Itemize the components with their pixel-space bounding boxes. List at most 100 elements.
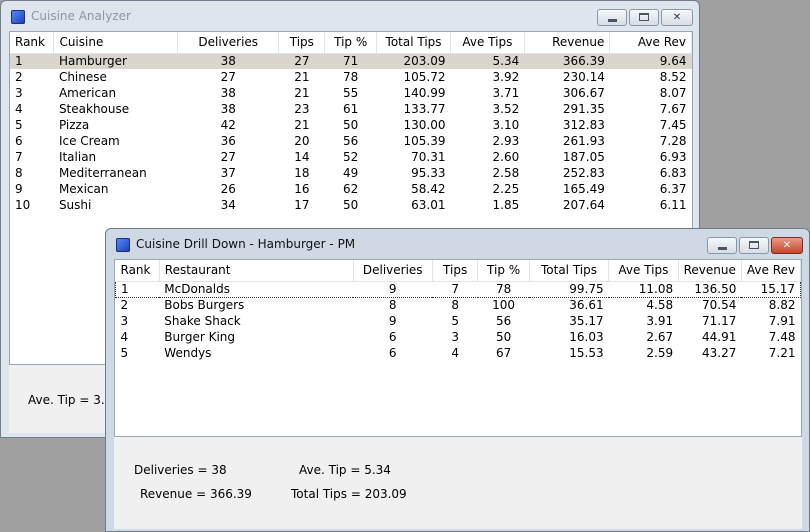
column-header[interactable]: Tip % <box>477 260 530 282</box>
column-header[interactable]: Ave Rev <box>741 260 802 282</box>
table-cell: 50 <box>495 330 512 344</box>
column-header[interactable]: Deliveries <box>177 32 280 54</box>
table-cell: 5 <box>15 118 23 132</box>
table-cell: 27 <box>278 53 325 69</box>
column-header[interactable]: Tips <box>278 32 326 54</box>
app-cube-icon <box>11 10 25 24</box>
table-cell: 4 <box>451 346 459 360</box>
table-row[interactable]: 6 Ice Cream 36 20 56 105.39 2.93 261.93 7.28 <box>10 133 692 149</box>
column-header[interactable]: Rank <box>10 32 55 54</box>
maximize-button[interactable] <box>739 237 769 254</box>
column-header[interactable]: Restaurant <box>159 260 354 282</box>
table-cell: 50 <box>343 198 359 212</box>
table-cell: 136.50 <box>678 280 742 298</box>
table-cell: 67 <box>495 346 512 360</box>
maximize-icon <box>639 13 649 21</box>
table-cell: 7.67 <box>659 102 687 116</box>
table-cell: 9 <box>15 182 23 196</box>
column-header[interactable]: Total Tips <box>529 260 610 282</box>
title-bar[interactable]: Cuisine Drill Down - Hamburger - PM ✕ <box>106 229 809 259</box>
table-cell: 3.91 <box>646 314 674 328</box>
minimize-button[interactable] <box>707 237 737 254</box>
table-cell: 2.93 <box>492 134 520 148</box>
table-cell: 7.48 <box>768 330 796 344</box>
table-cell: 7 <box>432 280 478 298</box>
column-header[interactable]: Ave Rev <box>609 32 692 54</box>
table-cell: 38 <box>220 86 236 100</box>
table-row[interactable]: 3 American 38 21 55 140.99 3.71 306.67 8.07 <box>10 85 692 101</box>
column-header[interactable]: Ave Tips <box>608 260 679 282</box>
maximize-icon <box>749 241 759 249</box>
table-cell: 8.07 <box>659 86 687 100</box>
table-cell: 16.03 <box>569 330 604 344</box>
table-cell: 61 <box>343 102 359 116</box>
table-row[interactable]: 2 Bobs Burgers 8 8 100 36.61 4.58 70.54 8.82 <box>116 297 801 313</box>
table-cell: 203.09 <box>376 53 451 69</box>
table-cell: 43.27 <box>702 346 737 360</box>
table-cell: 36.61 <box>569 298 604 313</box>
table-row[interactable]: 4 Burger King 6 3 50 16.03 2.67 44.91 7.48 <box>116 329 801 345</box>
table-cell: 42 <box>220 118 236 132</box>
column-header[interactable]: Rank <box>115 260 160 282</box>
table-row[interactable]: 3 Shake Shack 9 5 56 35.17 3.91 71.17 7.91 <box>116 313 801 329</box>
table-cell: 8 <box>451 298 459 313</box>
table-cell: 27 <box>220 150 236 164</box>
table-cell: 312.83 <box>562 118 605 132</box>
app-cube-icon <box>116 238 130 252</box>
table-cell: 3.10 <box>492 118 520 132</box>
table-cell: 9 <box>353 280 433 298</box>
table-cell: 7.28 <box>659 134 687 148</box>
table-row[interactable]: 2 Chinese 27 21 78 105.72 3.92 230.14 8.52 <box>10 69 692 85</box>
table-row[interactable]: 10 Sushi 34 17 50 63.01 1.85 207.64 6.11 <box>10 197 692 213</box>
table-row[interactable]: 5 Pizza 42 21 50 130.00 3.10 312.83 7.45 <box>10 117 692 133</box>
title-bar[interactable]: Cuisine Analyzer ✕ <box>1 1 699 31</box>
table-cell: 2.59 <box>646 346 674 360</box>
table-cell: Wendys <box>164 346 212 360</box>
table-cell: 21 <box>294 118 310 132</box>
column-header[interactable]: Tip % <box>324 32 378 54</box>
table-cell: 26 <box>220 182 236 196</box>
table-row[interactable]: 4 Steakhouse 38 23 61 133.77 3.52 291.35 7.67 <box>10 101 692 117</box>
table-cell: Pizza <box>58 118 90 132</box>
table-cell: McDonalds <box>159 280 353 298</box>
table-row[interactable]: 1 McDonalds 9 7 78 99.75 11.08 136.50 15.17 <box>115 280 802 298</box>
close-button[interactable]: ✕ <box>661 9 693 26</box>
table-cell: 58.42 <box>411 182 446 196</box>
table-cell: 6 <box>388 330 397 344</box>
table-cell: 261.93 <box>562 134 605 148</box>
column-header[interactable]: Revenue <box>524 32 611 54</box>
table-cell: 23 <box>294 102 310 116</box>
column-header[interactable]: Ave Tips <box>450 32 525 54</box>
column-header[interactable]: Deliveries <box>353 260 433 282</box>
column-header[interactable]: Tips <box>432 260 479 282</box>
table-cell: 4.58 <box>646 298 674 313</box>
table-cell: 21 <box>294 86 310 100</box>
table-row[interactable]: 7 Italian 27 14 52 70.31 2.60 187.05 6.93 <box>10 149 692 165</box>
column-header[interactable]: Revenue <box>678 260 742 282</box>
table-cell: 70.54 <box>702 298 737 313</box>
drill-down-window[interactable]: Cuisine Drill Down - Hamburger - PM ✕ Ra… <box>105 228 810 532</box>
column-header[interactable]: Total Tips <box>376 32 451 54</box>
table-cell: 56 <box>343 134 359 148</box>
table-row[interactable]: 1 Hamburger 38 27 71 203.09 5.34 366.39 9.64 <box>10 53 692 69</box>
table-cell: 140.99 <box>403 86 446 100</box>
table-row[interactable]: 9 Mexican 26 16 62 58.42 2.25 165.49 6.37 <box>10 181 692 197</box>
close-button[interactable]: ✕ <box>771 237 803 254</box>
table-cell: 7.91 <box>768 314 796 328</box>
table-row[interactable]: 8 Mediterranean 37 18 49 95.33 2.58 252.83 6.83 <box>10 165 692 181</box>
table-cell: 207.64 <box>562 198 605 212</box>
table-cell: 52 <box>343 150 359 164</box>
minimize-button[interactable] <box>597 9 627 26</box>
table-cell: Mexican <box>58 182 109 196</box>
table-cell: 4 <box>15 102 23 116</box>
table-cell: 63.01 <box>411 198 446 212</box>
table-cell: 130.00 <box>403 118 446 132</box>
restaurant-list[interactable]: Rank Restaurant Deliveries Tips Tip % Total T… <box>114 259 802 437</box>
table-cell: 62 <box>343 182 359 196</box>
maximize-button[interactable] <box>629 9 659 26</box>
table-cell: 5 <box>120 346 129 360</box>
table-cell: Mediterranean <box>58 166 147 180</box>
table-cell: 99.75 <box>529 280 609 298</box>
table-row[interactable]: 5 Wendys 6 4 67 15.53 2.59 43.27 7.21 <box>116 345 801 361</box>
column-header[interactable]: Cuisine <box>53 32 178 54</box>
